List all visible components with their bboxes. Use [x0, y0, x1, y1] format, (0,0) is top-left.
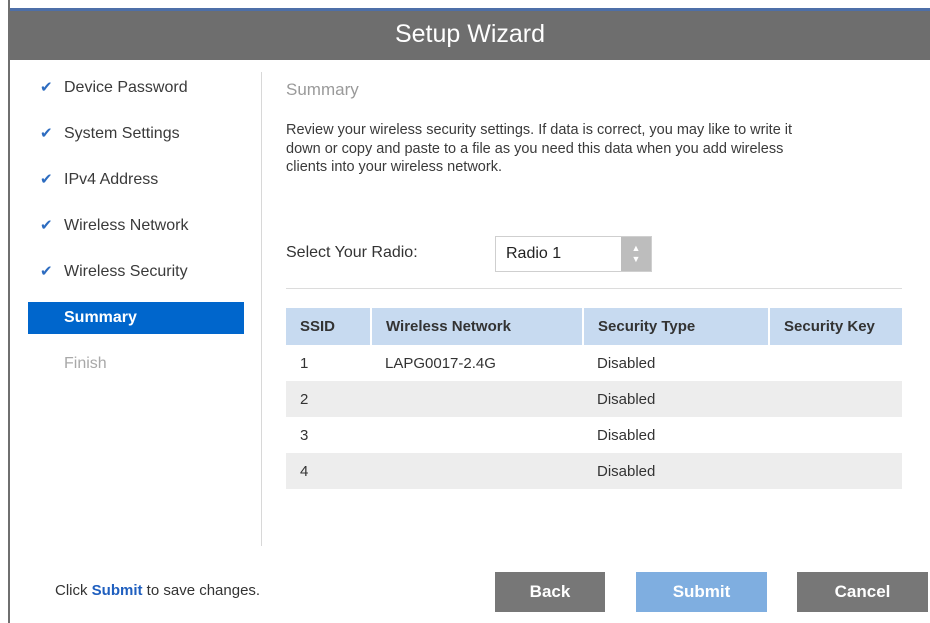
step-finish: Finish [28, 348, 244, 394]
summary-description: Review your wireless security settings. … [286, 122, 793, 175]
table-header-row: SSID Wireless Network Security Type Secu… [286, 308, 902, 345]
step-wireless-security[interactable]: ✔ Wireless Security [28, 256, 244, 302]
cell-security-type: Disabled [597, 354, 656, 372]
cancel-button[interactable]: Cancel [797, 572, 928, 612]
spinner-control[interactable]: ▲ ▼ [621, 237, 651, 271]
cell-security-type: Disabled [597, 426, 656, 444]
cell-wireless-network [371, 417, 583, 453]
checkmark-icon: ✔ [40, 171, 53, 188]
step-label: Device Password [64, 79, 188, 96]
table-row: 1 LAPG0017-2.4G Disabled [286, 345, 902, 381]
cell-security-type: Disabled [583, 381, 769, 417]
column-header-ssid: SSID [286, 308, 372, 345]
vertical-divider [261, 72, 262, 546]
checkmark-icon: ✔ [40, 79, 53, 96]
radio-select-label: Select Your Radio: [286, 244, 418, 261]
cell-security-key [769, 417, 902, 453]
cell-security-key [769, 345, 902, 381]
spinner-down-icon[interactable]: ▼ [621, 254, 651, 265]
cell-wireless-network [371, 381, 583, 417]
table-row: 2 Disabled [286, 381, 902, 417]
step-label: IPv4 Address [64, 171, 159, 188]
step-label: Wireless Security [64, 263, 188, 280]
column-header-security-key: Security Key [769, 308, 902, 345]
submit-button[interactable]: Submit [636, 572, 767, 612]
step-summary[interactable]: Summary [28, 302, 244, 334]
table-row: 4 Disabled [286, 453, 902, 489]
section-title: Summary [286, 80, 359, 99]
wizard-steps: ✔ Device Password ✔ System Settings ✔ IP… [28, 72, 244, 394]
step-wireless-network[interactable]: ✔ Wireless Network [28, 210, 244, 256]
cell-security-type: Disabled [583, 453, 769, 489]
footer-hint-suffix: to save changes. [142, 582, 261, 599]
checkmark-icon: ✔ [40, 263, 53, 280]
radio-select-value: Radio 1 [506, 245, 562, 262]
wireless-summary-table: SSID Wireless Network Security Type Secu… [286, 308, 902, 489]
footer-hint-prefix: Click [55, 582, 92, 599]
column-header-security-type: Security Type [583, 308, 770, 345]
column-header-wireless-network: Wireless Network [371, 308, 584, 345]
checkmark-icon: ✔ [40, 125, 53, 142]
step-device-password[interactable]: ✔ Device Password [28, 72, 244, 118]
cell-security-key [769, 453, 902, 489]
window-left-border [8, 0, 10, 623]
cell-ssid: 1 [300, 354, 309, 372]
table-row: 3 Disabled [286, 417, 902, 453]
cell-wireless-network [371, 453, 583, 489]
step-label: Finish [64, 355, 107, 372]
cell-ssid: 3 [300, 426, 309, 444]
cell-ssid: 4 [286, 453, 371, 489]
submit-link[interactable]: Submit [92, 582, 143, 599]
footer-hint: Click Submit to save changes. [55, 582, 260, 599]
window-title: Setup Wizard [394, 20, 546, 48]
checkmark-icon: ✔ [40, 217, 53, 234]
step-label: Summary [64, 309, 137, 326]
step-system-settings[interactable]: ✔ System Settings [28, 118, 244, 164]
cell-ssid: 2 [286, 381, 371, 417]
horizontal-divider [286, 288, 902, 289]
step-label: Wireless Network [64, 217, 189, 234]
step-ipv4-address[interactable]: ✔ IPv4 Address [28, 164, 244, 210]
radio-select[interactable]: Radio 1 ▲ ▼ [495, 236, 652, 272]
back-button[interactable]: Back [495, 572, 605, 612]
title-bar: Setup Wizard [10, 8, 930, 60]
spinner-up-icon[interactable]: ▲ [621, 243, 651, 254]
cell-security-key [769, 381, 902, 417]
cell-wireless-network: LAPG0017-2.4G [385, 354, 496, 372]
step-label: System Settings [64, 125, 180, 142]
